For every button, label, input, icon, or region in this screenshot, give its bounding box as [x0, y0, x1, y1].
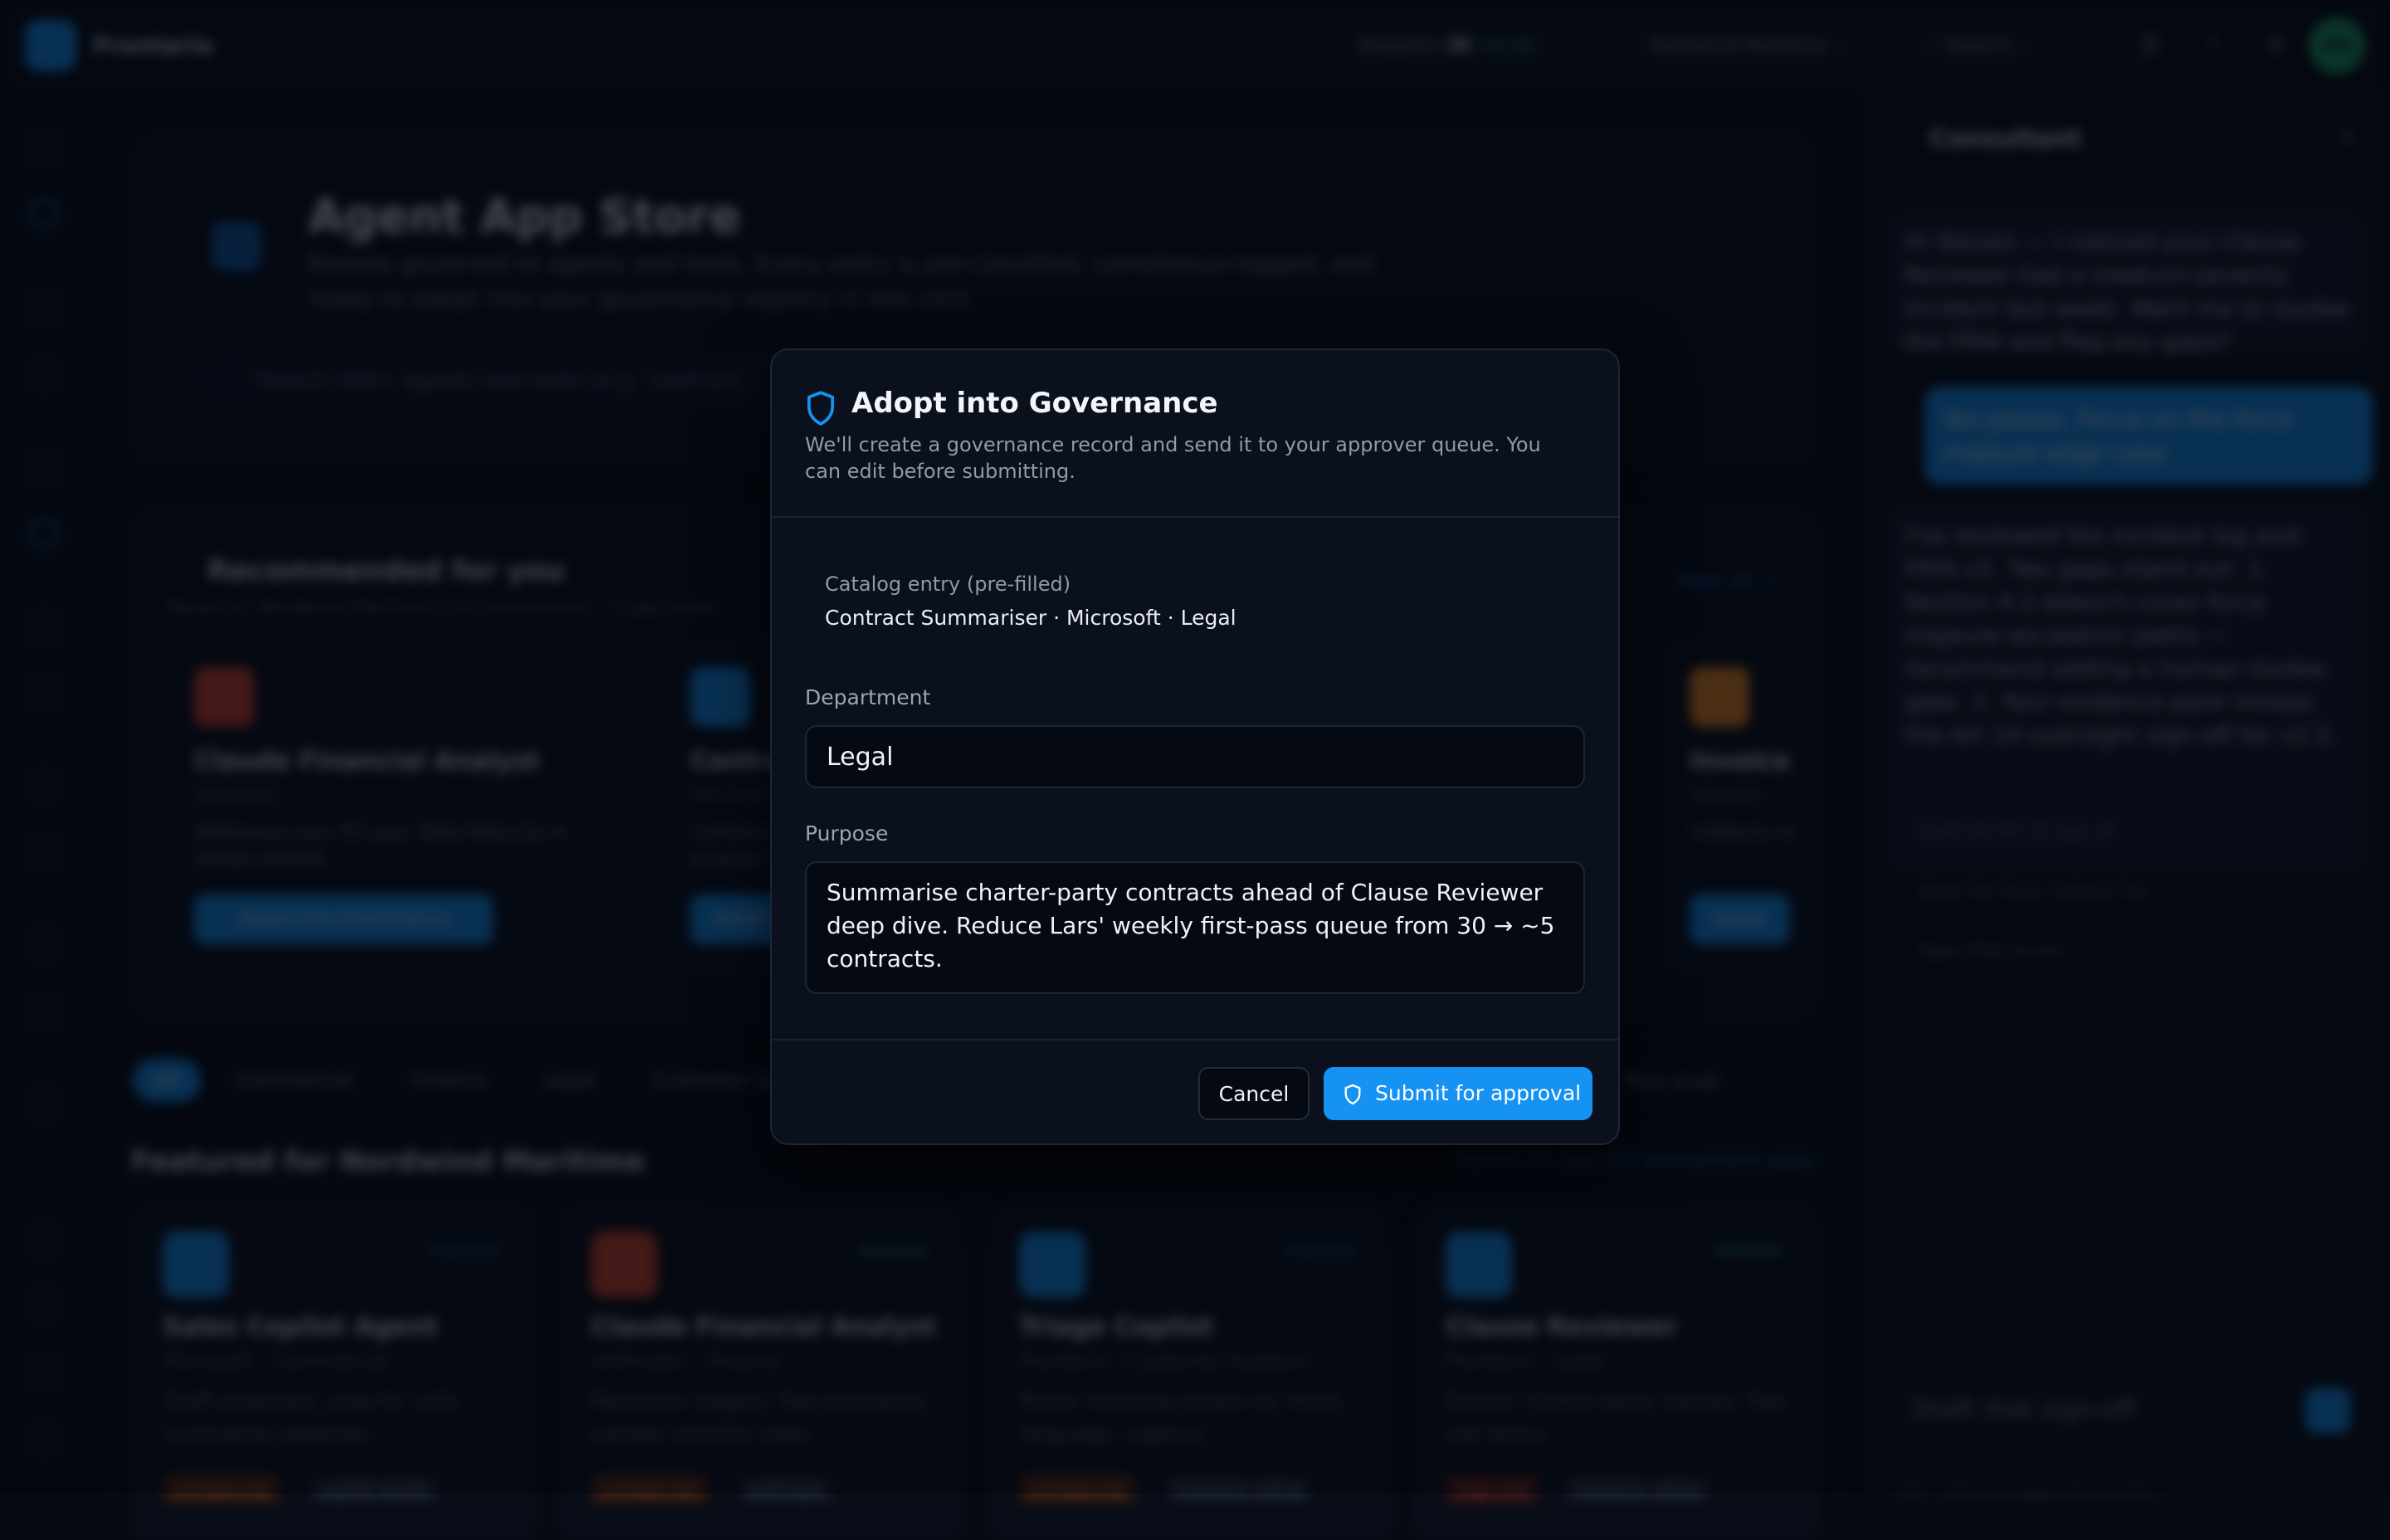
department-label: Department: [805, 685, 931, 709]
dialog-title: Adopt into Governance: [851, 387, 1218, 420]
dialog-subtitle: We'll create a governance record and sen…: [805, 433, 1541, 483]
shield-icon: [1344, 1084, 1361, 1105]
submit-button-label: Submit for approval: [1375, 1081, 1582, 1105]
department-field[interactable]: [805, 725, 1585, 788]
catalog-entry-value: Contract Summariser · Microsoft · Legal: [825, 606, 1236, 630]
submit-for-approval-button[interactable]: Submit for approval: [1324, 1067, 1593, 1120]
purpose-field[interactable]: Summarise charter-party contracts ahead …: [805, 861, 1585, 994]
purpose-label: Purpose: [805, 821, 889, 846]
adopt-governance-dialog: Adopt into Governance We'll create a gov…: [770, 348, 1620, 1145]
divider: [772, 516, 1618, 518]
cancel-button[interactable]: Cancel: [1198, 1067, 1310, 1120]
shield-icon: [807, 391, 835, 426]
divider: [772, 1039, 1618, 1040]
catalog-entry-label: Catalog entry (pre-filled): [825, 573, 1071, 596]
